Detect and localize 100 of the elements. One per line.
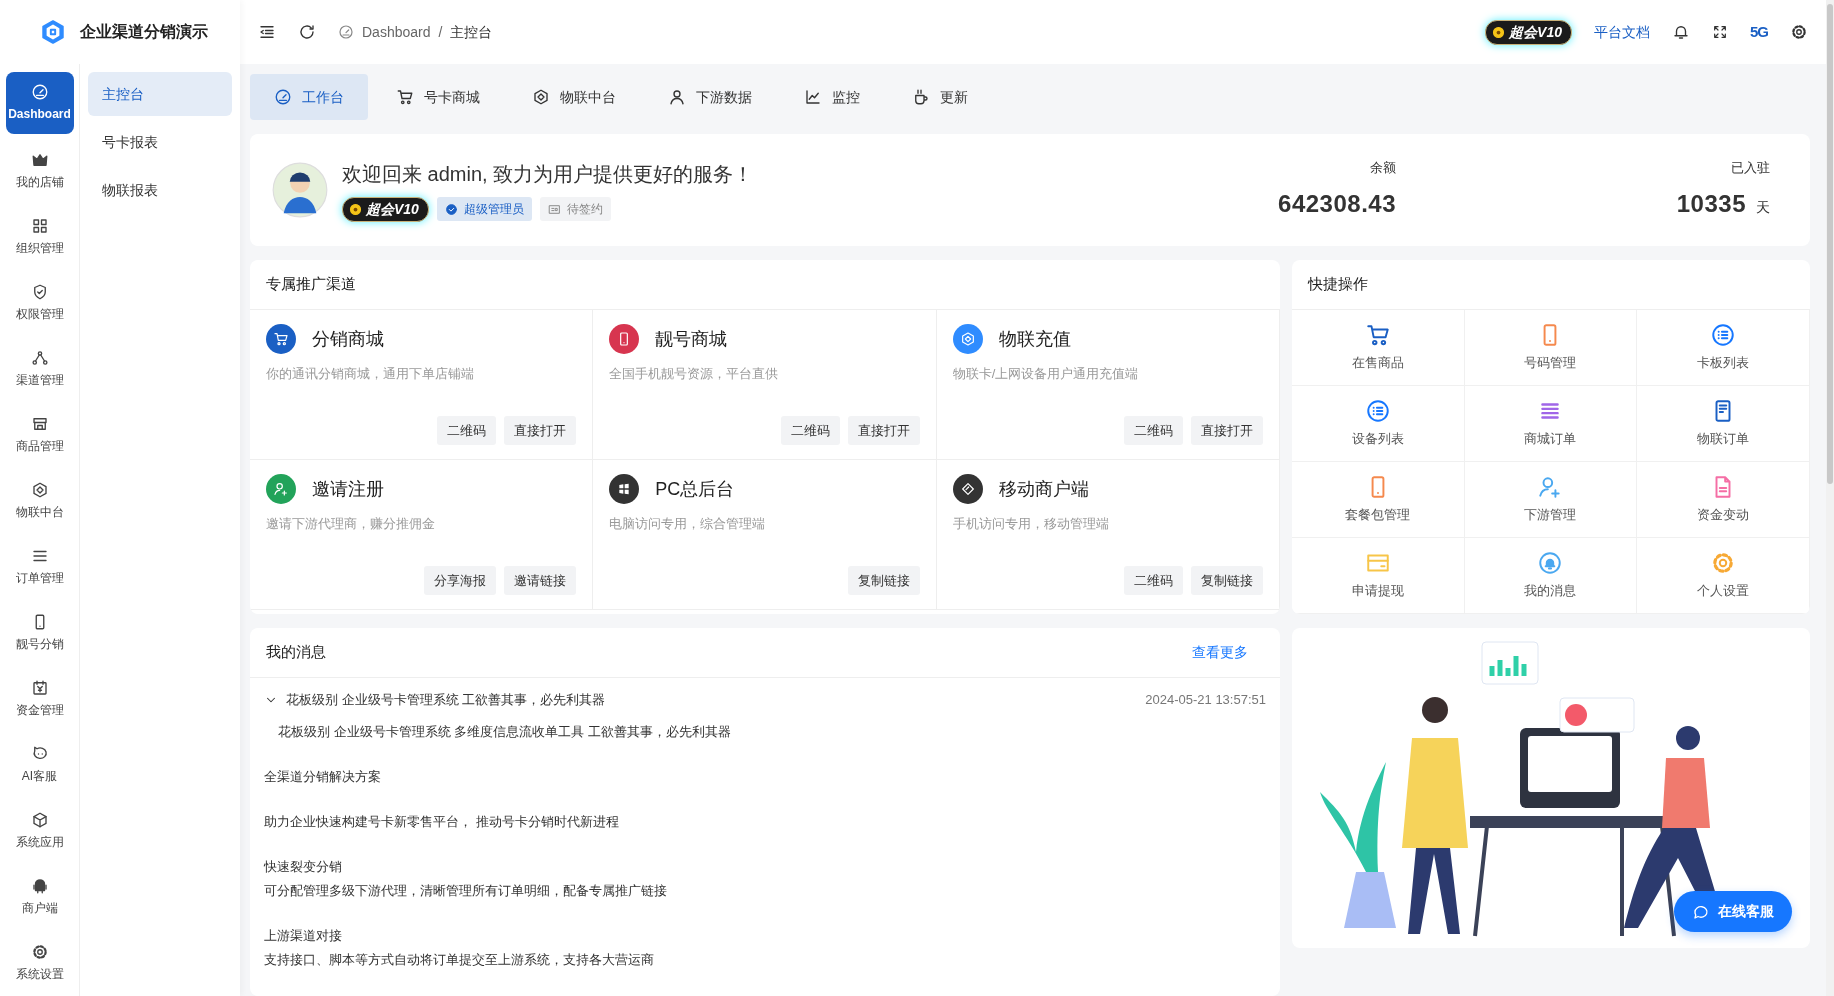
card-title: 我的消息 (266, 642, 326, 663)
channel-name: 靓号商城 (655, 327, 728, 351)
quick-action-button[interactable]: 下游管理 (1464, 462, 1638, 538)
refresh-button[interactable] (298, 23, 316, 41)
channel-description: 手机访问专用，移动管理端 (952, 515, 1110, 533)
menu-fold-button[interactable] (258, 23, 276, 41)
chart-icon (804, 88, 822, 106)
cube-icon (30, 481, 49, 499)
rail-menu-item[interactable]: 物联中台 (5, 468, 74, 534)
rail-menu-item[interactable]: Dashboard (5, 72, 74, 134)
stat-label: 余额 (1369, 159, 1396, 178)
channel-action-button[interactable]: 二维码 (1124, 565, 1183, 595)
bell-icon (1537, 550, 1564, 577)
tab[interactable]: 下游数据 (644, 74, 776, 120)
android-icon (30, 877, 49, 895)
channel-action-button[interactable]: 直接打开 (504, 415, 577, 445)
message-text: 全渠道分销解决方案 (264, 767, 382, 786)
channel-action-button[interactable]: 二维码 (780, 415, 840, 445)
message-text: 花板级别 企业级号卡管理系统 多维度信息流收单工具 工欲善其事，必先利其器 (278, 722, 732, 741)
gauge-icon (30, 83, 49, 101)
card-title: 快捷操作 (1308, 274, 1368, 295)
welcome-message: 欢迎回来 admin, 致力为用户提供更好的服务！ (342, 161, 755, 187)
channel-action-button[interactable]: 直接打开 (847, 415, 920, 445)
rail-menu-item[interactable]: 权限管理 (5, 270, 74, 336)
gauge-icon (338, 24, 354, 40)
cart-icon (266, 324, 296, 354)
settings-button[interactable] (1790, 23, 1808, 41)
submenu-item[interactable]: 主控台 (88, 72, 232, 116)
role-text: 超级管理员 (463, 201, 524, 218)
gauge-icon (274, 88, 292, 106)
quick-action-button[interactable]: 套餐包管理 (1292, 462, 1465, 538)
message-time: 2024-05-21 13:57:51 (1145, 691, 1266, 709)
channel-description: 全国手机靓号资源，平台直供 (609, 365, 780, 383)
channel-name: 邀请注册 (312, 477, 384, 501)
channel-name: PC总后台 (655, 477, 735, 501)
vip-badge: 超会V10 (1485, 19, 1572, 45)
message-text: 支持接口、脚本等方式自动将订单提交至上游系统，支持各大营运商 (264, 950, 655, 969)
quick-action-button[interactable]: 卡板列表 (1637, 310, 1810, 386)
rail-menu-item[interactable]: 系统应用 (5, 798, 74, 864)
notification-button[interactable] (1672, 23, 1690, 41)
quick-action-button[interactable]: 在售商品 (1292, 310, 1465, 386)
quick-action-button[interactable]: 物联订单 (1637, 386, 1810, 462)
rail-menu-item[interactable]: AI客服 (5, 732, 74, 798)
docs-link[interactable]: 平台文档 (1594, 21, 1650, 43)
quick-action-button[interactable]: 商城订单 (1464, 386, 1638, 462)
tab[interactable]: 监控 (780, 74, 884, 120)
breadcrumb-separator: / (438, 22, 443, 42)
online-service-button[interactable]: 在线客服 (1674, 891, 1792, 932)
submenu-item[interactable]: 号卡报表 (88, 120, 232, 164)
quick-action-button[interactable]: 个人设置 (1637, 538, 1810, 614)
channel-action-button[interactable]: 二维码 (437, 415, 497, 445)
rail-menu-item[interactable]: 我的店铺 (5, 138, 74, 204)
rail-menu-item[interactable]: 系统设置 (5, 930, 74, 996)
crown-icon (30, 151, 49, 169)
submenu-item[interactable]: 物联报表 (88, 168, 232, 212)
quick-action-button[interactable]: 设备列表 (1292, 386, 1465, 462)
channel-action-button[interactable]: 邀请链接 (504, 565, 577, 595)
rail-menu-item[interactable]: 商户端 (5, 864, 74, 930)
tab[interactable]: 工作台 (250, 74, 368, 120)
quick-action-button[interactable]: 我的消息 (1464, 538, 1638, 614)
fullscreen-button[interactable] (1712, 24, 1728, 40)
view-more-link[interactable]: 查看更多 (1192, 642, 1248, 663)
stat-value: 642308.43 (1278, 188, 1396, 219)
tab[interactable]: 号卡商城 (372, 74, 504, 120)
tab[interactable]: 更新 (888, 74, 992, 120)
rail-menu-item[interactable]: 靓号分销 (5, 600, 74, 666)
cart-icon (396, 88, 414, 106)
rail-menu-item[interactable]: 商品管理 (5, 402, 74, 468)
channel-action-button[interactable]: 直接打开 (1191, 415, 1263, 445)
settings-icon (30, 943, 49, 961)
vip-badge: 超会V10 (342, 196, 429, 222)
breadcrumb-item: 主控台 (450, 22, 493, 42)
windows-icon (609, 474, 640, 504)
message-text: 上游渠道对接 (264, 926, 343, 945)
scrollbar-thumb[interactable] (1827, 4, 1833, 484)
app-logo-icon (40, 19, 66, 45)
message-title[interactable]: 花板级别 企业级号卡管理系统 工欲善其事，必先利其器 (286, 690, 606, 710)
channel-action-button[interactable]: 复制链接 (847, 565, 920, 595)
channel-description: 邀请下游代理商，赚分推佣金 (266, 515, 436, 533)
user-plus-icon (266, 474, 296, 504)
stat-unit: 天 (1756, 197, 1770, 217)
rail-menu-item[interactable]: 组织管理 (5, 204, 74, 270)
rail-menu-item[interactable]: 订单管理 (5, 534, 74, 600)
quick-action-button[interactable]: 资金变动 (1637, 462, 1810, 538)
channel-description: 电脑访问专用，综合管理端 (609, 515, 767, 533)
cube-icon (952, 324, 983, 354)
rail-menu-item[interactable]: 渠道管理 (5, 336, 74, 402)
channel-action-button[interactable]: 分享海报 (424, 565, 497, 595)
contract-status-text: 待签约 (566, 201, 603, 218)
card-title: 专属推广渠道 (266, 274, 356, 295)
network-logo: 5G (1750, 21, 1768, 42)
quick-action-button[interactable]: 号码管理 (1464, 310, 1638, 386)
channel-action-button[interactable]: 二维码 (1124, 415, 1183, 445)
tab[interactable]: 物联中台 (508, 74, 640, 120)
store-icon (30, 415, 49, 433)
stat-value: 10335 (1676, 188, 1746, 219)
channel-action-button[interactable]: 复制链接 (1191, 565, 1263, 595)
channel-name: 物联充值 (998, 327, 1071, 351)
rail-menu-item[interactable]: 资金管理 (5, 666, 74, 732)
breadcrumb-item[interactable]: Dashboard (362, 21, 431, 43)
